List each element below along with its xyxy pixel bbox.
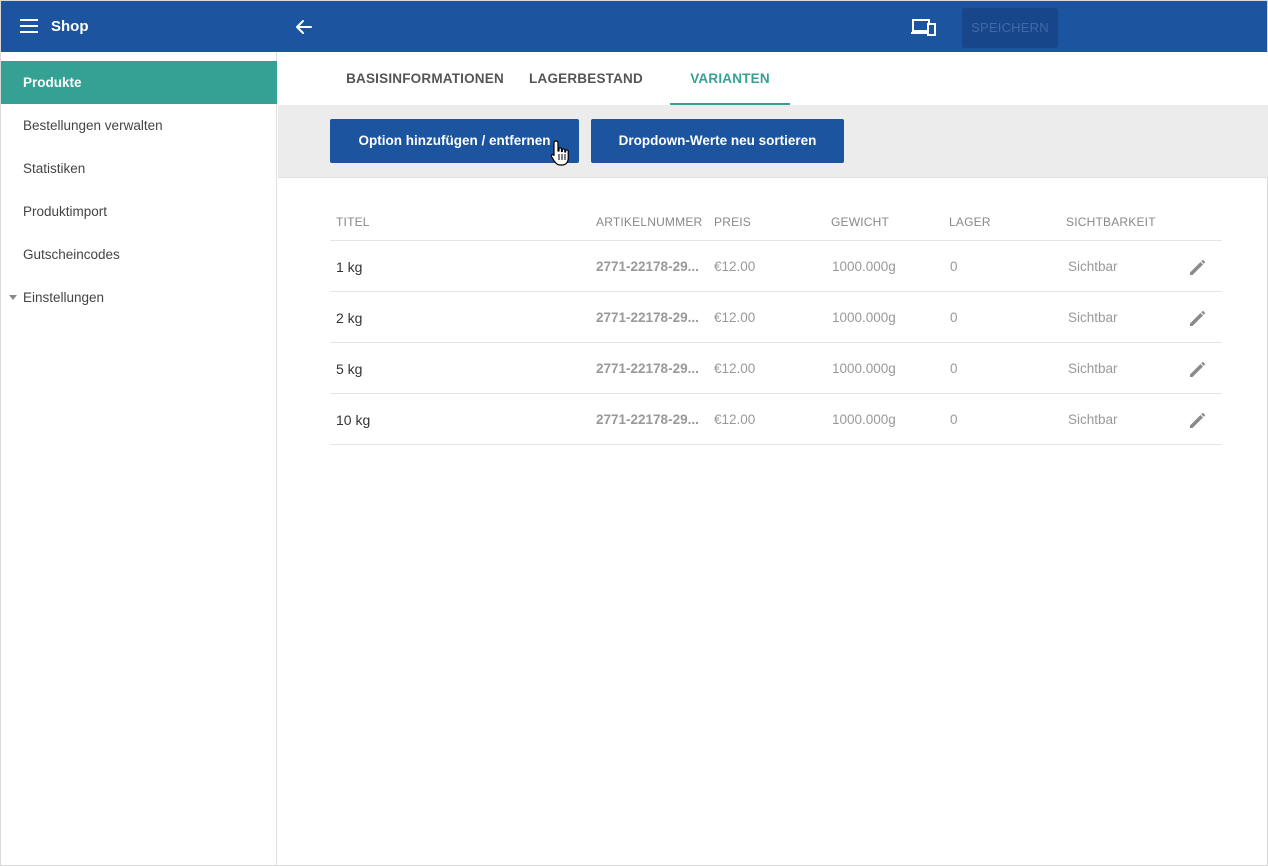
table-row[interactable]: 1 kg 2771-22178-29... €12.00 1000.000g 0… (330, 241, 1222, 292)
cell-price: €12.00 (714, 361, 756, 376)
arrow-left-icon[interactable] (293, 16, 315, 38)
tab-basisinformationen[interactable]: BASISINFORMATIONEN (314, 52, 536, 105)
sidebar-item-label: Einstellungen (23, 290, 105, 305)
tab-lagerbestand[interactable]: LAGERBESTAND (515, 52, 657, 105)
column-header-sichtbarkeit: SICHTBARKEIT (1066, 215, 1156, 229)
cell-title: 5 kg (336, 361, 363, 377)
tab-bar: BASISINFORMATIONEN LAGERBESTAND VARIANTE… (278, 52, 1268, 105)
cell-weight: 1000.000g (832, 259, 896, 274)
sidebar-item-produkte[interactable]: Produkte (1, 61, 277, 104)
cell-visibility: Sichtbar (1068, 259, 1118, 274)
tab-varianten[interactable]: VARIANTEN (670, 52, 790, 105)
pencil-icon[interactable] (1188, 410, 1208, 430)
sidebar-item-statistiken[interactable]: Statistiken (1, 147, 277, 190)
devices-icon[interactable] (910, 16, 938, 38)
cell-weight: 1000.000g (832, 310, 896, 325)
cell-sku: 2771-22178-29... (596, 259, 699, 274)
sidebar-item-label: Gutscheincodes (23, 247, 120, 262)
cell-sku: 2771-22178-29... (596, 361, 699, 376)
top-bar: Shop SPEICHERN (1, 1, 1267, 52)
column-header-titel: TITEL (336, 215, 370, 229)
column-header-gewicht: GEWICHT (831, 215, 890, 229)
app-window: Shop SPEICHERN Produkte Bestellungen ver… (0, 0, 1268, 866)
cell-stock: 0 (950, 310, 958, 325)
sidebar: Produkte Bestellungen verwalten Statisti… (1, 52, 277, 865)
cell-title: 1 kg (336, 259, 363, 275)
cell-visibility: Sichtbar (1068, 310, 1118, 325)
hand-cursor-icon (549, 139, 573, 169)
app-title: Shop (51, 18, 89, 35)
cell-sku: 2771-22178-29... (596, 310, 699, 325)
pencil-icon[interactable] (1188, 257, 1208, 277)
hamburger-icon[interactable] (20, 19, 38, 33)
cell-stock: 0 (950, 361, 958, 376)
sidebar-item-gutscheincodes[interactable]: Gutscheincodes (1, 233, 277, 276)
cell-stock: 0 (950, 259, 958, 274)
action-bar: Option hinzufügen / entfernen Dropdown-W… (278, 105, 1268, 178)
save-button[interactable]: SPEICHERN (962, 8, 1058, 48)
sidebar-item-label: Produkte (23, 75, 82, 90)
column-header-artikelnummer: ARTIKELNUMMER (596, 215, 703, 229)
resort-dropdown-values-button[interactable]: Dropdown-Werte neu sortieren (591, 119, 844, 163)
column-header-preis: PREIS (714, 215, 752, 229)
cell-sku: 2771-22178-29... (596, 412, 699, 427)
cell-title: 10 kg (336, 412, 371, 428)
cell-visibility: Sichtbar (1068, 361, 1118, 376)
table-row[interactable]: 2 kg 2771-22178-29... €12.00 1000.000g 0… (330, 292, 1222, 343)
sidebar-item-label: Statistiken (23, 161, 86, 176)
sidebar-item-einstellungen[interactable]: Einstellungen (1, 276, 277, 319)
cell-title: 2 kg (336, 310, 363, 326)
cell-price: €12.00 (714, 310, 756, 325)
sidebar-item-label: Produktimport (23, 204, 108, 219)
table-row[interactable]: 10 kg 2771-22178-29... €12.00 1000.000g … (330, 394, 1222, 445)
cell-weight: 1000.000g (832, 361, 896, 376)
cell-price: €12.00 (714, 412, 756, 427)
column-header-lager: LAGER (949, 215, 991, 229)
cell-weight: 1000.000g (832, 412, 896, 427)
pencil-icon[interactable] (1188, 359, 1208, 379)
variants-table: TITEL ARTIKELNUMMER PREIS GEWICHT LAGER … (330, 201, 1222, 445)
sidebar-item-produktimport[interactable]: Produktimport (1, 190, 277, 233)
pencil-icon[interactable] (1188, 308, 1208, 328)
cell-stock: 0 (950, 412, 958, 427)
caret-down-icon (9, 295, 17, 300)
add-remove-option-button[interactable]: Option hinzufügen / entfernen (330, 119, 579, 163)
cell-visibility: Sichtbar (1068, 412, 1118, 427)
sidebar-item-bestellungen[interactable]: Bestellungen verwalten (1, 104, 277, 147)
table-header: TITEL ARTIKELNUMMER PREIS GEWICHT LAGER … (330, 201, 1222, 241)
cell-price: €12.00 (714, 259, 756, 274)
sidebar-item-label: Bestellungen verwalten (23, 118, 163, 133)
table-row[interactable]: 5 kg 2771-22178-29... €12.00 1000.000g 0… (330, 343, 1222, 394)
